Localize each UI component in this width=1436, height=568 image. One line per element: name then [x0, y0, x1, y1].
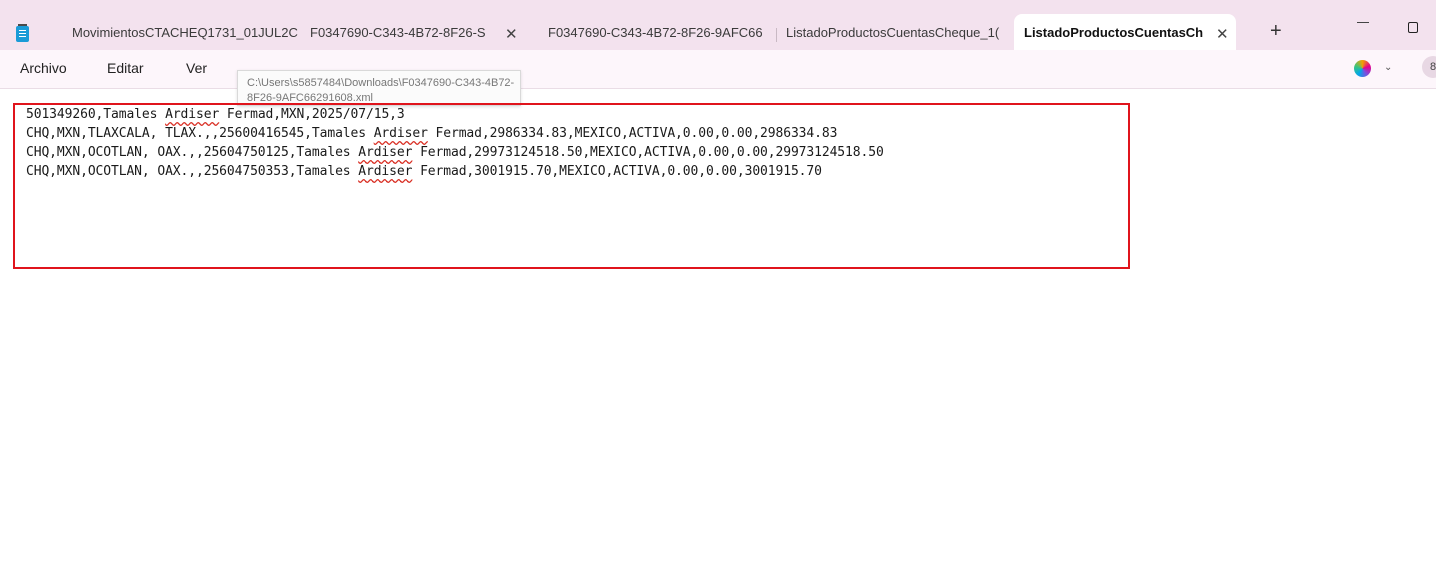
tab-label: F0347690-C343-4B72-8F26-S: [310, 25, 486, 40]
tab-movimientos[interactable]: MovimientosCTACHEQ1731_01JUL2C: [72, 24, 298, 46]
tab-label: MovimientosCTACHEQ1731_01JUL2C: [72, 25, 298, 40]
text-line: CHQ,MXN,OCOTLAN, OAX.,,25604750125,Tamal…: [26, 145, 884, 160]
close-icon[interactable]: ✕: [1216, 25, 1229, 43]
menu-ver[interactable]: Ver: [186, 60, 207, 76]
close-icon[interactable]: ✕: [505, 25, 518, 43]
tab-label: ListadoProductosCuentasCheque_1(: [786, 25, 1000, 40]
tab-f0347690-a[interactable]: F0347690-C343-4B72-8F26-S: [310, 24, 495, 46]
maximize-icon[interactable]: [1408, 22, 1418, 33]
text-line: CHQ,MXN,TLAXCALA, TLAX.,,25600416545,Tam…: [26, 126, 838, 141]
chevron-down-icon[interactable]: ⌄: [1384, 62, 1392, 73]
text-line: 501349260,Tamales Ardiser Fermad,MXN,202…: [26, 107, 405, 122]
tab-listado-productos-active[interactable]: ListadoProductosCuentasCh: [1014, 14, 1236, 50]
copilot-icon[interactable]: [1354, 60, 1371, 77]
menu-archivo[interactable]: Archivo: [20, 60, 67, 76]
menu-bar: Archivo Editar Ver: [0, 50, 1436, 89]
file-path-tooltip: C:\Users\s5857484\Downloads\F0347690-C34…: [237, 70, 521, 106]
tab-label: ListadoProductosCuentasCh: [1024, 25, 1204, 40]
notepad-app-icon: [16, 24, 29, 42]
tab-separator: [776, 28, 777, 42]
misspelled-word[interactable]: Ardiser: [358, 145, 412, 160]
minimize-icon[interactable]: [1357, 22, 1369, 23]
new-tab-button[interactable]: +: [1270, 20, 1282, 43]
tab-listado-productos-1[interactable]: ListadoProductosCuentasCheque_1(: [786, 24, 1008, 46]
text-line: CHQ,MXN,OCOTLAN, OAX.,,25604750353,Tamal…: [26, 164, 822, 179]
misspelled-word[interactable]: Ardiser: [165, 107, 219, 122]
tab-label: F0347690-C343-4B72-8F26-9AFC66: [548, 25, 763, 40]
misspelled-word[interactable]: Ardiser: [374, 126, 428, 141]
misspelled-word[interactable]: Ardiser: [358, 164, 412, 179]
text-editor[interactable]: [0, 89, 1436, 568]
tab-bar: MovimientosCTACHEQ1731_01JUL2C F0347690-…: [0, 0, 1436, 50]
tab-f0347690-b[interactable]: F0347690-C343-4B72-8F26-9AFC66: [548, 24, 766, 46]
menu-editar[interactable]: Editar: [107, 60, 144, 76]
